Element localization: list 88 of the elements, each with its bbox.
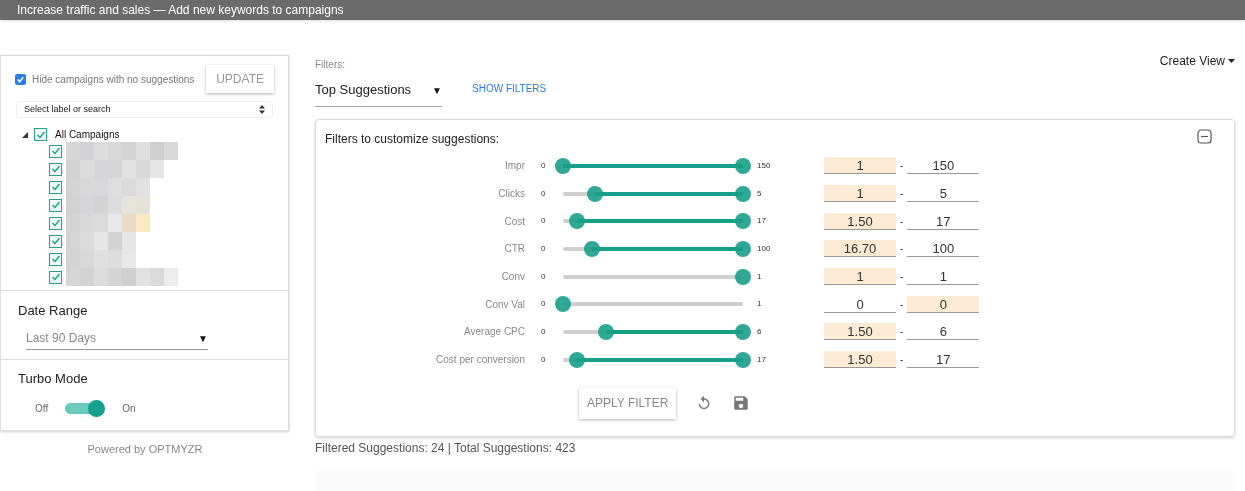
checkbox[interactable]	[49, 198, 62, 212]
number-field[interactable]: 1.50	[824, 212, 896, 230]
slider-min-label: 0	[541, 242, 547, 255]
checkbox[interactable]	[49, 216, 62, 230]
range-separator: -	[900, 353, 904, 368]
section-title: Date Range	[18, 302, 89, 320]
show-filters-link[interactable]: SHOW FILTERS	[472, 81, 547, 96]
filter-select[interactable]: Top Suggestions ▼	[315, 79, 442, 107]
checkbox[interactable]	[49, 162, 62, 176]
section-title: Turbo Mode	[18, 369, 89, 388]
checkbox-label: Hide campaigns with no suggestions	[32, 72, 195, 87]
slider-thumb[interactable]	[735, 185, 751, 202]
range-separator: -	[900, 325, 904, 340]
slider-thumb[interactable]	[735, 351, 751, 368]
range-separator: -	[900, 187, 904, 202]
range-separator: -	[900, 270, 904, 285]
range-separator: -	[900, 159, 904, 174]
expand-triangle-icon[interactable]	[22, 131, 28, 138]
slider-thumb[interactable]	[569, 351, 586, 368]
filter-label: Conv Val	[484, 297, 525, 312]
slider-min-label: 0	[541, 270, 547, 283]
slider-max-label: 1	[757, 270, 763, 283]
slider-thumb[interactable]	[735, 268, 751, 285]
range-slider[interactable]	[555, 157, 751, 174]
slider-thumb[interactable]	[569, 213, 586, 230]
turbo-switch[interactable]	[65, 400, 106, 416]
sort-caret-icon	[259, 105, 265, 114]
slider-thumb[interactable]	[598, 323, 615, 340]
number-field[interactable]: 1	[824, 157, 896, 175]
create-view-button[interactable]: Create View	[1159, 54, 1235, 68]
slider-thumb[interactable]	[735, 157, 751, 174]
page-title: Increase traffic and sales — Add new keywords to campaigns	[17, 2, 344, 19]
slider-max-label: 1	[757, 298, 763, 311]
panel-title: Filters to customize suggestions:	[325, 131, 500, 148]
slider-min-label: 0	[541, 353, 547, 366]
slider-thumb[interactable]	[735, 213, 751, 230]
switch-label: Off	[35, 401, 49, 416]
range-separator: -	[900, 297, 904, 312]
slider-thumb[interactable]	[555, 296, 571, 313]
filter-label: Conv	[500, 270, 525, 285]
slider-min-label: 0	[541, 325, 547, 338]
filter-label: Impr	[504, 159, 525, 174]
filter-label: Cost per conversion	[435, 353, 525, 368]
checkbox[interactable]	[49, 270, 62, 284]
slider-max-label: 17	[757, 215, 767, 228]
summary-text: Filtered Suggestions: 24 | Total Suggestions: 423	[315, 440, 577, 457]
slider-max-label: 150	[757, 159, 772, 172]
range-separator: -	[900, 242, 904, 257]
slider-min-label: 0	[541, 187, 547, 200]
slider-max-label: 100	[757, 242, 772, 255]
slider-thumb[interactable]	[555, 157, 571, 174]
slider-thumb[interactable]	[735, 323, 751, 340]
save-icon[interactable]	[732, 394, 751, 412]
checkbox[interactable]	[34, 128, 47, 141]
number-field[interactable]: 16.70	[824, 240, 896, 258]
slider-min-label: 0	[541, 215, 547, 228]
slider-max-label: 6	[757, 325, 763, 338]
tree-item-label[interactable]: All Campaigns	[55, 127, 120, 142]
filters-label: Filters:	[315, 58, 346, 72]
filter-label: Cost	[503, 214, 525, 229]
checkbox[interactable]	[49, 144, 62, 158]
filter-label: Clicks	[497, 187, 525, 202]
checkbox[interactable]	[15, 73, 26, 85]
filter-label: Average CPC	[463, 325, 525, 340]
filter-label: CTR	[503, 242, 525, 257]
slider-min-label: 0	[541, 298, 547, 311]
apply-filter-button[interactable]: APPLY FILTER	[579, 387, 677, 419]
collapse-icon[interactable]	[1197, 129, 1212, 144]
number-field[interactable]: 1	[824, 185, 896, 203]
caret-down-icon	[1228, 59, 1235, 63]
checkbox[interactable]	[49, 234, 62, 248]
slider-max-label: 17	[757, 353, 767, 366]
checkbox[interactable]	[49, 180, 62, 194]
checkbox[interactable]	[49, 252, 62, 266]
label-select[interactable]: Select label or search	[16, 101, 273, 118]
slider-min-label: 0	[541, 159, 547, 172]
number-field[interactable]: 1.50	[824, 351, 896, 369]
slider-thumb[interactable]	[587, 185, 604, 202]
number-field[interactable]: 1	[824, 268, 896, 286]
number-field[interactable]: 0	[907, 295, 980, 313]
switch-label: On	[122, 401, 136, 416]
slider-max-label: 5	[757, 187, 763, 200]
slider-thumb[interactable]	[583, 240, 600, 257]
footer-text: Powered by OPTMYZR	[86, 442, 204, 457]
range-separator: -	[900, 214, 904, 229]
slider-thumb[interactable]	[735, 240, 751, 257]
number-field[interactable]: 1.50	[824, 323, 896, 341]
date-range-select[interactable]: Last 90 Days ▼	[26, 327, 208, 350]
